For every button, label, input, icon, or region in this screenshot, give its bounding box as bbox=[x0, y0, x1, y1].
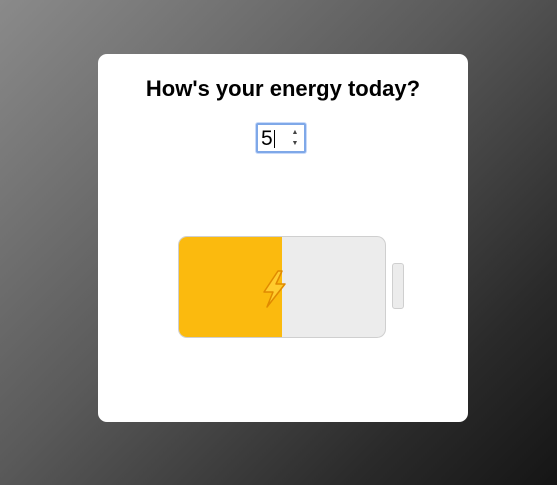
lightning-bolt-icon bbox=[263, 270, 286, 308]
text-caret bbox=[274, 130, 275, 148]
spin-buttons[interactable]: ▲ ▼ bbox=[289, 128, 301, 149]
battery-terminal bbox=[392, 263, 404, 309]
energy-card: How's your energy today? 5 ▲ ▼ bbox=[98, 54, 468, 422]
increment-arrow-icon[interactable]: ▲ bbox=[289, 128, 301, 138]
energy-number-input[interactable]: 5 ▲ ▼ bbox=[256, 123, 306, 153]
energy-input-value: 5 bbox=[261, 127, 273, 150]
question-heading: How's your energy today? bbox=[145, 76, 421, 101]
decrement-arrow-icon[interactable]: ▼ bbox=[289, 139, 301, 149]
